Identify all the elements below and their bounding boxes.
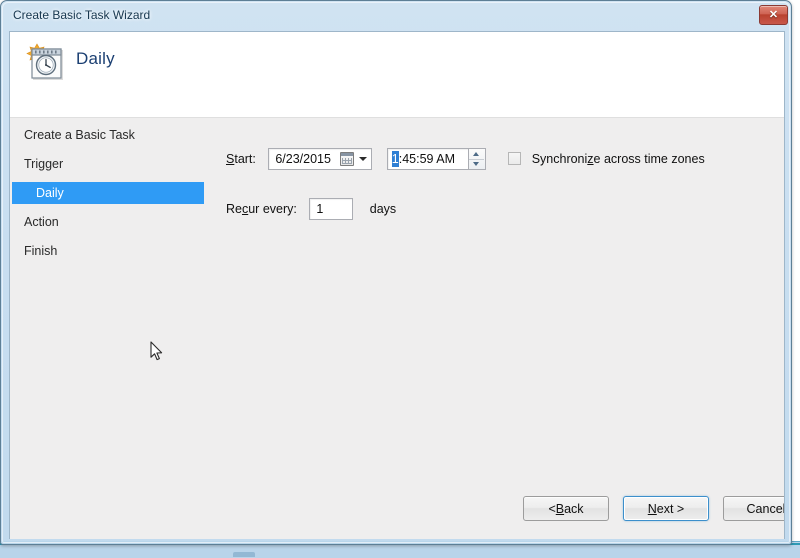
- next-button-accel: N: [647, 501, 657, 516]
- sidebar-item-trigger[interactable]: Trigger: [12, 153, 204, 175]
- start-time-picker[interactable]: 1:45:59 AM: [386, 148, 469, 170]
- cancel-button[interactable]: Cancel: [723, 496, 784, 521]
- recur-unit-label: days: [369, 202, 397, 216]
- wizard-step-list: Create a Basic Task Trigger Daily Action…: [10, 118, 210, 538]
- background-window-tab: [233, 552, 255, 557]
- sync-timezones-checkbox-row[interactable]: Synchronize across time zones: [508, 150, 705, 168]
- calendar-icon: [340, 152, 355, 166]
- calendar-dropdown-button[interactable]: [340, 151, 368, 168]
- title-bar[interactable]: Create Basic Task Wizard ✕: [1, 1, 793, 31]
- button-strip: < Back Next > Cancel: [10, 486, 784, 538]
- sidebar-item-action[interactable]: Action: [12, 211, 204, 233]
- calendar-clock-icon: [26, 43, 63, 80]
- page-title: Daily: [76, 49, 115, 68]
- header-band: Daily: [10, 32, 784, 118]
- recur-row: Recur every: 1 days: [226, 198, 396, 220]
- spinner-down-button[interactable]: [469, 159, 484, 169]
- wizard-window: Create Basic Task Wizard ✕ Daily Create …: [0, 0, 792, 545]
- back-button-suffix: ack: [564, 501, 584, 516]
- window-title: Create Basic Task Wizard: [13, 8, 151, 22]
- start-time-remainder: :45:59 AM: [398, 152, 456, 166]
- sync-timezones-label: Synchronize across time zones: [532, 152, 705, 166]
- sync-label-prefix: Synchroni: [531, 151, 588, 166]
- form-pane: Start: 6/23/2015 1:45:59 AM Synchronize …: [210, 118, 784, 538]
- start-label-suffix: tart:: [234, 152, 256, 166]
- close-icon: ✕: [768, 8, 779, 21]
- recur-label-suffix: ur every:: [248, 202, 297, 216]
- sidebar-item-daily[interactable]: Daily: [12, 182, 204, 204]
- spinner-up-icon: [472, 152, 479, 156]
- recur-interval-input[interactable]: 1: [309, 198, 354, 220]
- body-area: Create a Basic Task Trigger Daily Action…: [10, 118, 784, 538]
- start-time-spinner[interactable]: [468, 148, 486, 170]
- start-time-hour-selected: 1: [391, 151, 399, 167]
- recur-label: Recur every:: [226, 202, 297, 216]
- back-button-prefix: <: [548, 501, 556, 516]
- sync-timezones-checkbox[interactable]: [508, 152, 522, 166]
- next-button[interactable]: Next >: [623, 496, 709, 521]
- start-label: Start:: [226, 152, 256, 166]
- sync-label-suffix: e across time zones: [593, 151, 705, 166]
- start-row: Start: 6/23/2015 1:45:59 AM Synchronize …: [226, 148, 705, 170]
- recur-label-prefix: Re: [226, 202, 242, 216]
- close-button[interactable]: ✕: [759, 5, 788, 25]
- sidebar-item-create-a-basic-task[interactable]: Create a Basic Task: [12, 124, 204, 146]
- start-date-value: 6/23/2015: [275, 152, 331, 166]
- back-button[interactable]: < Back: [523, 496, 609, 521]
- chevron-down-icon: [359, 157, 368, 161]
- sidebar-item-finish[interactable]: Finish: [12, 240, 204, 262]
- start-date-picker[interactable]: 6/23/2015: [268, 148, 373, 170]
- client-area: Daily Create a Basic Task Trigger Daily …: [9, 31, 785, 539]
- back-button-accel: B: [555, 501, 565, 516]
- spinner-down-icon: [472, 162, 479, 166]
- next-button-suffix: ext >: [656, 501, 685, 516]
